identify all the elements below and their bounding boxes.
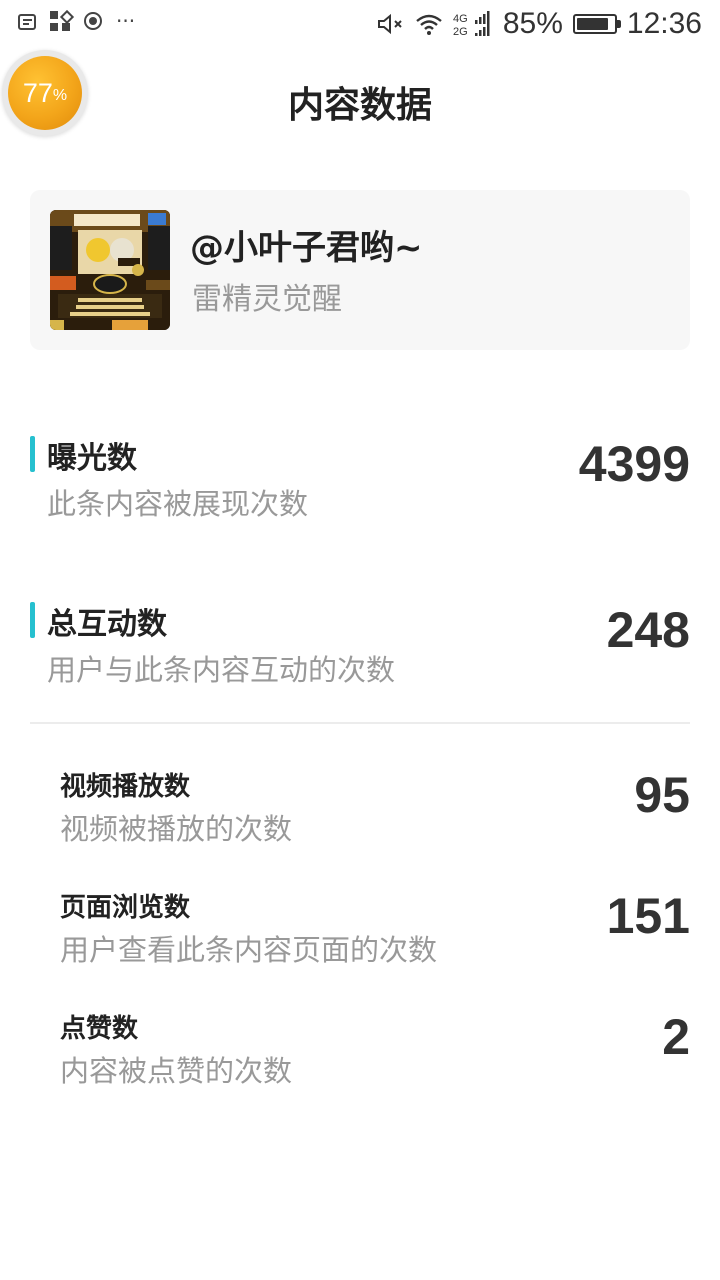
network-bottom-label: 2G <box>453 26 468 37</box>
status-bar: ··· 4G 2G 85% 12:36 <box>0 0 720 48</box>
metric-accent-bar <box>30 602 35 638</box>
battery-fill <box>576 18 608 30</box>
content-card[interactable]: @小叶子君哟~ 雷精灵觉醒 <box>30 190 690 350</box>
game-screenshot-thumbnail <box>50 210 170 330</box>
record-icon <box>84 12 102 30</box>
metric-value: 95 <box>634 767 690 823</box>
metric-label: 点赞数 <box>60 1014 139 1044</box>
metric-accent-bar <box>30 436 35 472</box>
wifi-icon <box>415 13 443 35</box>
page-title: 内容数据 <box>287 85 432 126</box>
message-icon <box>18 14 36 30</box>
metric-label: 页面浏览数 <box>60 893 191 923</box>
card-author: @小叶子君哟~ <box>190 228 423 268</box>
signal-icon: 4G 2G <box>453 11 493 37</box>
metric-value: 151 <box>606 888 690 944</box>
metric-description: 内容被点赞的次数 <box>60 1054 293 1088</box>
metric-label: 总互动数 <box>47 607 167 642</box>
battery-percent: 85% <box>502 7 563 40</box>
card-title: 雷精灵觉醒 <box>192 282 342 317</box>
metric-label: 视频播放数 <box>60 772 191 802</box>
metric-value: 2 <box>662 1009 690 1065</box>
more-icon: ··· <box>116 9 136 33</box>
metric-video-plays: 视频播放数 视频被播放的次数 95 <box>60 766 690 856</box>
metric-impressions: 曝光数 此条内容被展现次数 4399 <box>30 433 690 533</box>
metric-description: 用户与此条内容互动的次数 <box>47 653 396 687</box>
section-divider <box>30 722 690 724</box>
metric-label: 曝光数 <box>47 441 137 476</box>
battery-icon <box>572 14 621 34</box>
metric-page-views: 页面浏览数 用户查看此条内容页面的次数 151 <box>60 887 690 977</box>
metric-total-interactions: 总互动数 用户与此条内容互动的次数 248 <box>30 599 690 699</box>
apps-icon <box>50 11 70 31</box>
status-bar-system: 4G 2G 85% 12:36 <box>377 6 702 42</box>
mute-icon <box>377 13 405 35</box>
metric-description: 此条内容被展现次数 <box>47 487 309 521</box>
metric-value: 4399 <box>578 436 690 492</box>
metric-description: 视频被播放的次数 <box>60 812 293 846</box>
clock: 12:36 <box>626 7 702 40</box>
metric-description: 用户查看此条内容页面的次数 <box>60 933 438 967</box>
metric-value: 248 <box>606 602 690 658</box>
network-top-label: 4G <box>453 13 468 25</box>
metric-likes: 点赞数 内容被点赞的次数 2 <box>60 1008 690 1098</box>
status-bar-notifications: ··· <box>18 11 135 31</box>
